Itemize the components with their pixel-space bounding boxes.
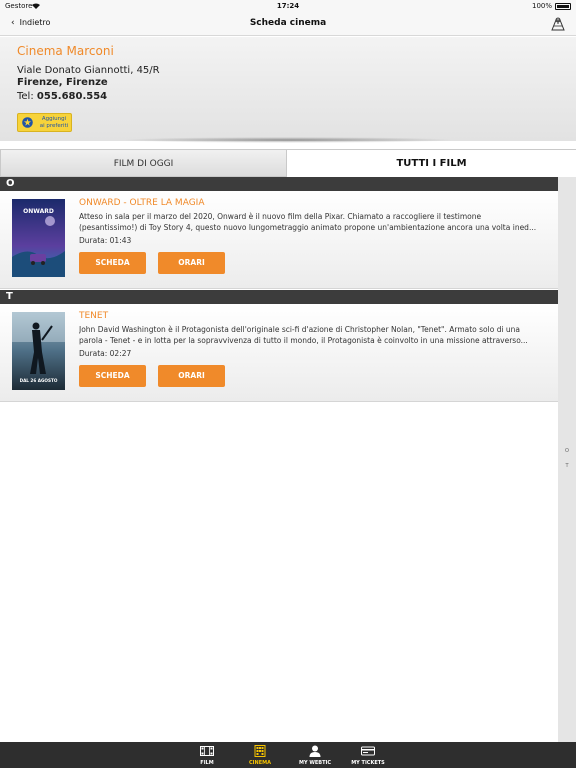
page-title: Scheda cinema [249, 18, 327, 28]
orari-button[interactable]: ORARI [158, 252, 225, 274]
poster-tenet-date: DAL 26 AGOSTO [20, 378, 58, 383]
poster-onward-title: ONWARD [23, 208, 54, 215]
movie-description-line2: parola - Tenet - e in lotta per la sopra… [79, 336, 528, 345]
tab-my-tickets-label: MY TICKETS [351, 760, 385, 766]
map-icon[interactable] [550, 16, 566, 32]
favorite-label-line2: ai preferiti [39, 123, 69, 129]
user-icon [309, 745, 321, 757]
movie-description: Atteso in sala per il marzo del 2020, On… [79, 211, 565, 233]
favorite-label-line1: Aggiungi [41, 116, 67, 122]
movie-duration: Durata: 02:27 [79, 349, 132, 358]
clock: 17:24 [276, 2, 300, 10]
movie-row-onward[interactable]: ONWARD ONWARD - OLTRE LA MAGIA Atteso in… [0, 191, 576, 289]
movie-description-line1: John David Washington è il Protagonista … [79, 325, 521, 334]
tab-cinema[interactable]: CINEMA [234, 742, 286, 768]
tab-film-di-oggi[interactable]: FILM DI OGGI [0, 149, 287, 177]
movie-description-line2: (pesantissimo!) di Toy Story 4, questo n… [79, 223, 537, 232]
section-header-t: T [0, 290, 576, 304]
tab-my-webtic[interactable]: MY WEBTIC [289, 742, 341, 768]
header-divider [120, 137, 456, 143]
navigation-bar: ‹ Indietro Scheda cinema [0, 12, 576, 36]
cinema-info: Cinema Marconi Viale Donato Giannotti, 4… [0, 37, 576, 141]
film-icon [200, 746, 214, 756]
star-icon [22, 117, 33, 128]
movie-description: John David Washington è il Protagonista … [79, 324, 565, 346]
poster-tenet[interactable]: DAL 26 AGOSTO [12, 312, 65, 390]
tab-my-webtic-label: MY WEBTIC [298, 760, 332, 766]
section-index-bar[interactable]: O T [558, 177, 576, 742]
movie-duration: Durata: 01:43 [79, 236, 132, 245]
section-header-o: O [0, 177, 576, 191]
cinema-address: Viale Donato Giannotti, 45/R [17, 65, 160, 76]
tab-my-tickets[interactable]: MY TICKETS [342, 742, 394, 768]
phone-number: 055.680.554 [36, 91, 108, 102]
battery-percent: 100% [531, 2, 552, 10]
orari-button[interactable]: ORARI [158, 365, 225, 387]
cinema-phone[interactable]: Tel: 055.680.554 [17, 91, 107, 102]
bottom-tab-bar: FILM CINEMA MY WEBTIC MY TICKETS [0, 742, 576, 768]
cinema-name: Cinema Marconi [17, 44, 114, 58]
scheda-button[interactable]: SCHEDA [79, 252, 146, 274]
index-letter-o[interactable]: O [558, 448, 576, 454]
movie-row-tenet[interactable]: DAL 26 AGOSTO TENET John David Washingto… [0, 304, 576, 402]
film-tabs: FILM DI OGGI TUTTI I FILM [0, 149, 576, 177]
tab-film[interactable]: FILM [181, 742, 233, 768]
phone-label: Tel: [17, 91, 34, 102]
cinema-city: Firenze, Firenze [17, 77, 108, 88]
add-to-favorites-button[interactable]: Aggiungi ai preferiti [17, 113, 72, 132]
status-bar: Gestore 17:24 100% [0, 0, 576, 12]
tab-film-label: FILM [200, 760, 214, 766]
poster-onward[interactable]: ONWARD [12, 199, 65, 277]
ticket-icon [361, 746, 375, 756]
index-letter-t[interactable]: T [558, 463, 576, 469]
battery-icon [555, 3, 571, 10]
movie-description-line1: Atteso in sala per il marzo del 2020, On… [79, 212, 482, 221]
cinema-icon [254, 745, 266, 757]
tab-tutti-i-film[interactable]: TUTTI I FILM [287, 149, 576, 177]
movie-title[interactable]: TENET [79, 311, 108, 321]
scheda-button[interactable]: SCHEDA [79, 365, 146, 387]
tab-cinema-label: CINEMA [249, 760, 271, 766]
movie-title[interactable]: ONWARD - OLTRE LA MAGIA [79, 198, 204, 208]
